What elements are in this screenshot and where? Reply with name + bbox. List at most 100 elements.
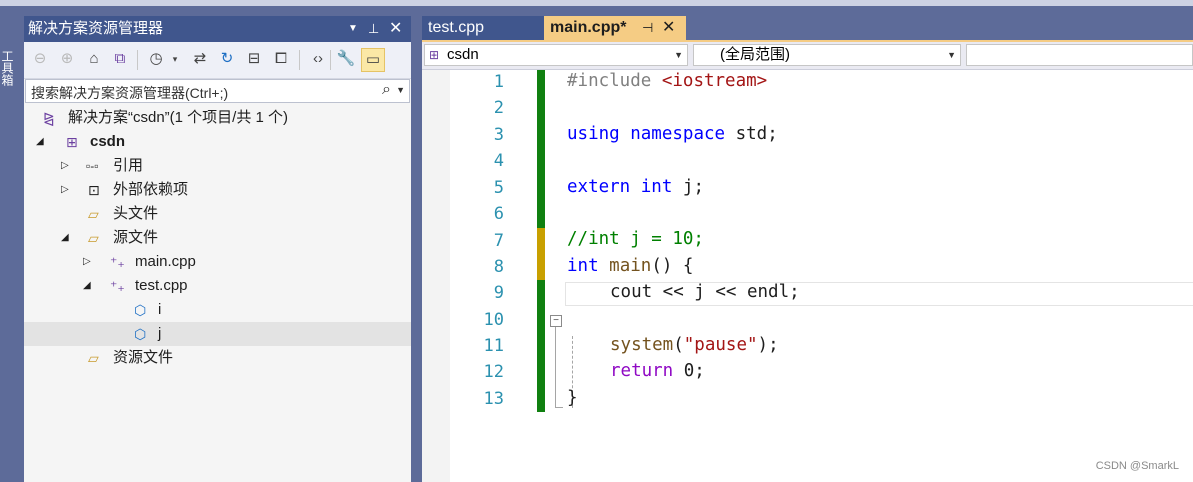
solution-explorer-title: 解决方案资源管理器 (28, 20, 164, 37)
code-line-1: #include <iostream> (567, 71, 767, 91)
member-dropdown[interactable] (966, 44, 1193, 66)
code-text: j; (672, 177, 704, 197)
watermark: CSDN @SmarkL (1095, 460, 1179, 472)
tree-item-external-deps[interactable]: ▷ ⊡ 外部依赖项 (24, 178, 411, 202)
collapsed-arrow-icon[interactable]: ▷ (61, 178, 69, 202)
back-icon[interactable]: ⊖ (29, 48, 51, 70)
tree-item-test-cpp[interactable]: ◢ ⁺₊ test.cpp (24, 274, 411, 298)
solution-explorer-title-bar: 解决方案资源管理器 ▼ ⊥ ✕ (24, 16, 411, 42)
forward-icon[interactable]: ⊕ (56, 48, 78, 70)
tree-item-header-files[interactable]: ▱ 头文件 (24, 202, 411, 226)
tab-main-cpp[interactable]: main.cpp* ⊣ ✕ (544, 16, 686, 40)
line-number: 2 (493, 98, 504, 118)
line-number: 4 (493, 151, 504, 171)
search-options-chevron-icon[interactable]: ▼ (396, 85, 405, 95)
code-line-12: return 0; (610, 361, 705, 381)
code-line-3: using namespace std; (567, 124, 778, 144)
pin-icon[interactable]: ⊣ (642, 16, 653, 40)
tree-item-label: 源文件 (113, 229, 159, 246)
properties-wrench-icon[interactable]: 🔧 (335, 48, 357, 70)
saved-change-bar (537, 280, 545, 412)
cpp-file-icon: ⁺₊ (110, 254, 125, 270)
tree-item-references[interactable]: ▷ ▫-▫ 引用 (24, 154, 411, 178)
scope-dropdown-value: (全局范围) (720, 46, 790, 63)
toolbar-divider (299, 50, 300, 70)
code-line-5: extern int j; (567, 177, 704, 197)
tab-test-cpp[interactable]: test.cpp (422, 16, 544, 40)
code-text: ); (757, 335, 779, 355)
code-editor: test.cpp main.cpp* ⊣ ✕ ⊞ csdn ▼ (全局范围) ▼… (422, 16, 1193, 482)
home-icon[interactable]: ⌂ (83, 48, 105, 70)
solution-icon: ⧎ (43, 110, 55, 126)
keyword: extern (567, 177, 631, 197)
expanded-arrow-icon[interactable]: ◢ (61, 226, 69, 250)
tab-label: main.cpp* (550, 19, 627, 36)
sync-icon[interactable]: ⇄ (189, 48, 211, 70)
scope-dropdown[interactable]: (全局范围) ▼ (693, 44, 961, 66)
close-icon[interactable]: ✕ (389, 16, 402, 42)
solution-explorer-toolbar: ⊖ ⊕ ⌂ ⧉ ◷ ▾ ⇄ ↻ ⊟ ⧠ ‹› 🔧 ▭ (24, 42, 411, 79)
solution-explorer-panel: 解决方案资源管理器 ▼ ⊥ ✕ ⊖ ⊕ ⌂ ⧉ ◷ ▾ ⇄ ↻ ⊟ ⧠ ‹› 🔧… (24, 16, 411, 482)
code-line-13: } (567, 388, 578, 408)
fold-region-end (555, 407, 563, 408)
code-line-9: cout << j << endl; (610, 282, 800, 302)
collapse-block-icon[interactable]: − (550, 315, 562, 327)
expanded-arrow-icon[interactable]: ◢ (83, 274, 91, 298)
tree-item-label: test.cpp (135, 277, 188, 294)
chevron-down-icon[interactable]: ▼ (674, 45, 683, 65)
keyword: namespace (630, 124, 726, 144)
tree-item-variable-i[interactable]: ⬡ i (24, 298, 411, 322)
expanded-arrow-icon[interactable]: ◢ (36, 130, 44, 154)
function-name: main (609, 256, 652, 276)
pin-icon[interactable]: ⊥ (368, 16, 379, 42)
chevron-down-icon[interactable]: ▼ (947, 45, 956, 65)
switch-views-icon[interactable]: ⧉ (109, 48, 131, 70)
search-icon[interactable]: ⌕ (382, 81, 391, 99)
code-line-8: int main() { (567, 256, 693, 276)
close-icon[interactable]: ✕ (662, 16, 675, 40)
tree-item-label: csdn (90, 133, 126, 150)
view-code-icon[interactable]: ‹› (307, 48, 329, 70)
filter-folder-icon: ▱ (88, 230, 99, 246)
toolbar-divider (330, 50, 331, 70)
tree-item-variable-j[interactable]: ⬡ j (24, 322, 411, 346)
collapsed-arrow-icon[interactable]: ▷ (83, 250, 91, 274)
tree-item-source-files[interactable]: ◢ ▱ 源文件 (24, 226, 411, 250)
code-line-7: //int j = 10; (567, 229, 704, 249)
tree-item-label: j (158, 325, 162, 342)
refresh-icon[interactable]: ↻ (216, 48, 238, 70)
keyword: int (567, 256, 599, 276)
project-dropdown[interactable]: ⊞ csdn ▼ (424, 44, 688, 66)
line-number: 8 (493, 257, 504, 277)
code-text-area[interactable]: − 1 2 3 4 5 6 7 8 9 10 11 12 13 #include… (422, 70, 1193, 482)
tab-label: test.cpp (428, 19, 485, 36)
window-top-border (0, 0, 1193, 6)
keyword: return (610, 361, 674, 381)
toolbar-divider (137, 50, 138, 70)
toolbox-strip[interactable]: 工具箱 (0, 6, 22, 482)
external-deps-icon: ⊡ (88, 182, 100, 198)
code-text: ( (673, 335, 684, 355)
tree-item-solution[interactable]: ⧎ 解决方案“csdn”(1 个项目/共 1 个) (24, 106, 411, 130)
show-all-files-icon[interactable]: ⧠ (270, 48, 292, 70)
tree-item-project[interactable]: ◢ ⊞ csdn (24, 130, 411, 154)
filter-folder-icon: ▱ (88, 206, 99, 222)
collapsed-arrow-icon[interactable]: ▷ (61, 154, 69, 178)
preview-selected-items-icon[interactable]: ▭ (361, 48, 385, 72)
line-number: 3 (493, 125, 504, 145)
collapse-all-icon[interactable]: ⊟ (243, 48, 265, 70)
tree-item-main-cpp[interactable]: ▷ ⁺₊ main.cpp (24, 250, 411, 274)
filter-dropdown-chevron-icon[interactable]: ▾ (164, 48, 186, 70)
tree-item-resource-files[interactable]: ▱ 资源文件 (24, 346, 411, 370)
fold-region-line (555, 327, 556, 407)
toolbox-tab-label[interactable]: 工具箱 (0, 50, 14, 86)
panel-menu-chevron-icon[interactable]: ▼ (348, 16, 358, 42)
solution-explorer-search-box[interactable]: 搜索解决方案资源管理器(Ctrl+;) ⌕ ▼ (25, 79, 410, 103)
function-name: system (610, 335, 674, 355)
tree-item-label: 头文件 (113, 205, 159, 222)
include-header: <iostream> (661, 71, 768, 91)
code-text: } (567, 388, 578, 408)
tree-item-label: i (158, 301, 162, 318)
project-icon: ⊞ (66, 134, 78, 150)
tree-item-label: 资源文件 (113, 349, 174, 366)
